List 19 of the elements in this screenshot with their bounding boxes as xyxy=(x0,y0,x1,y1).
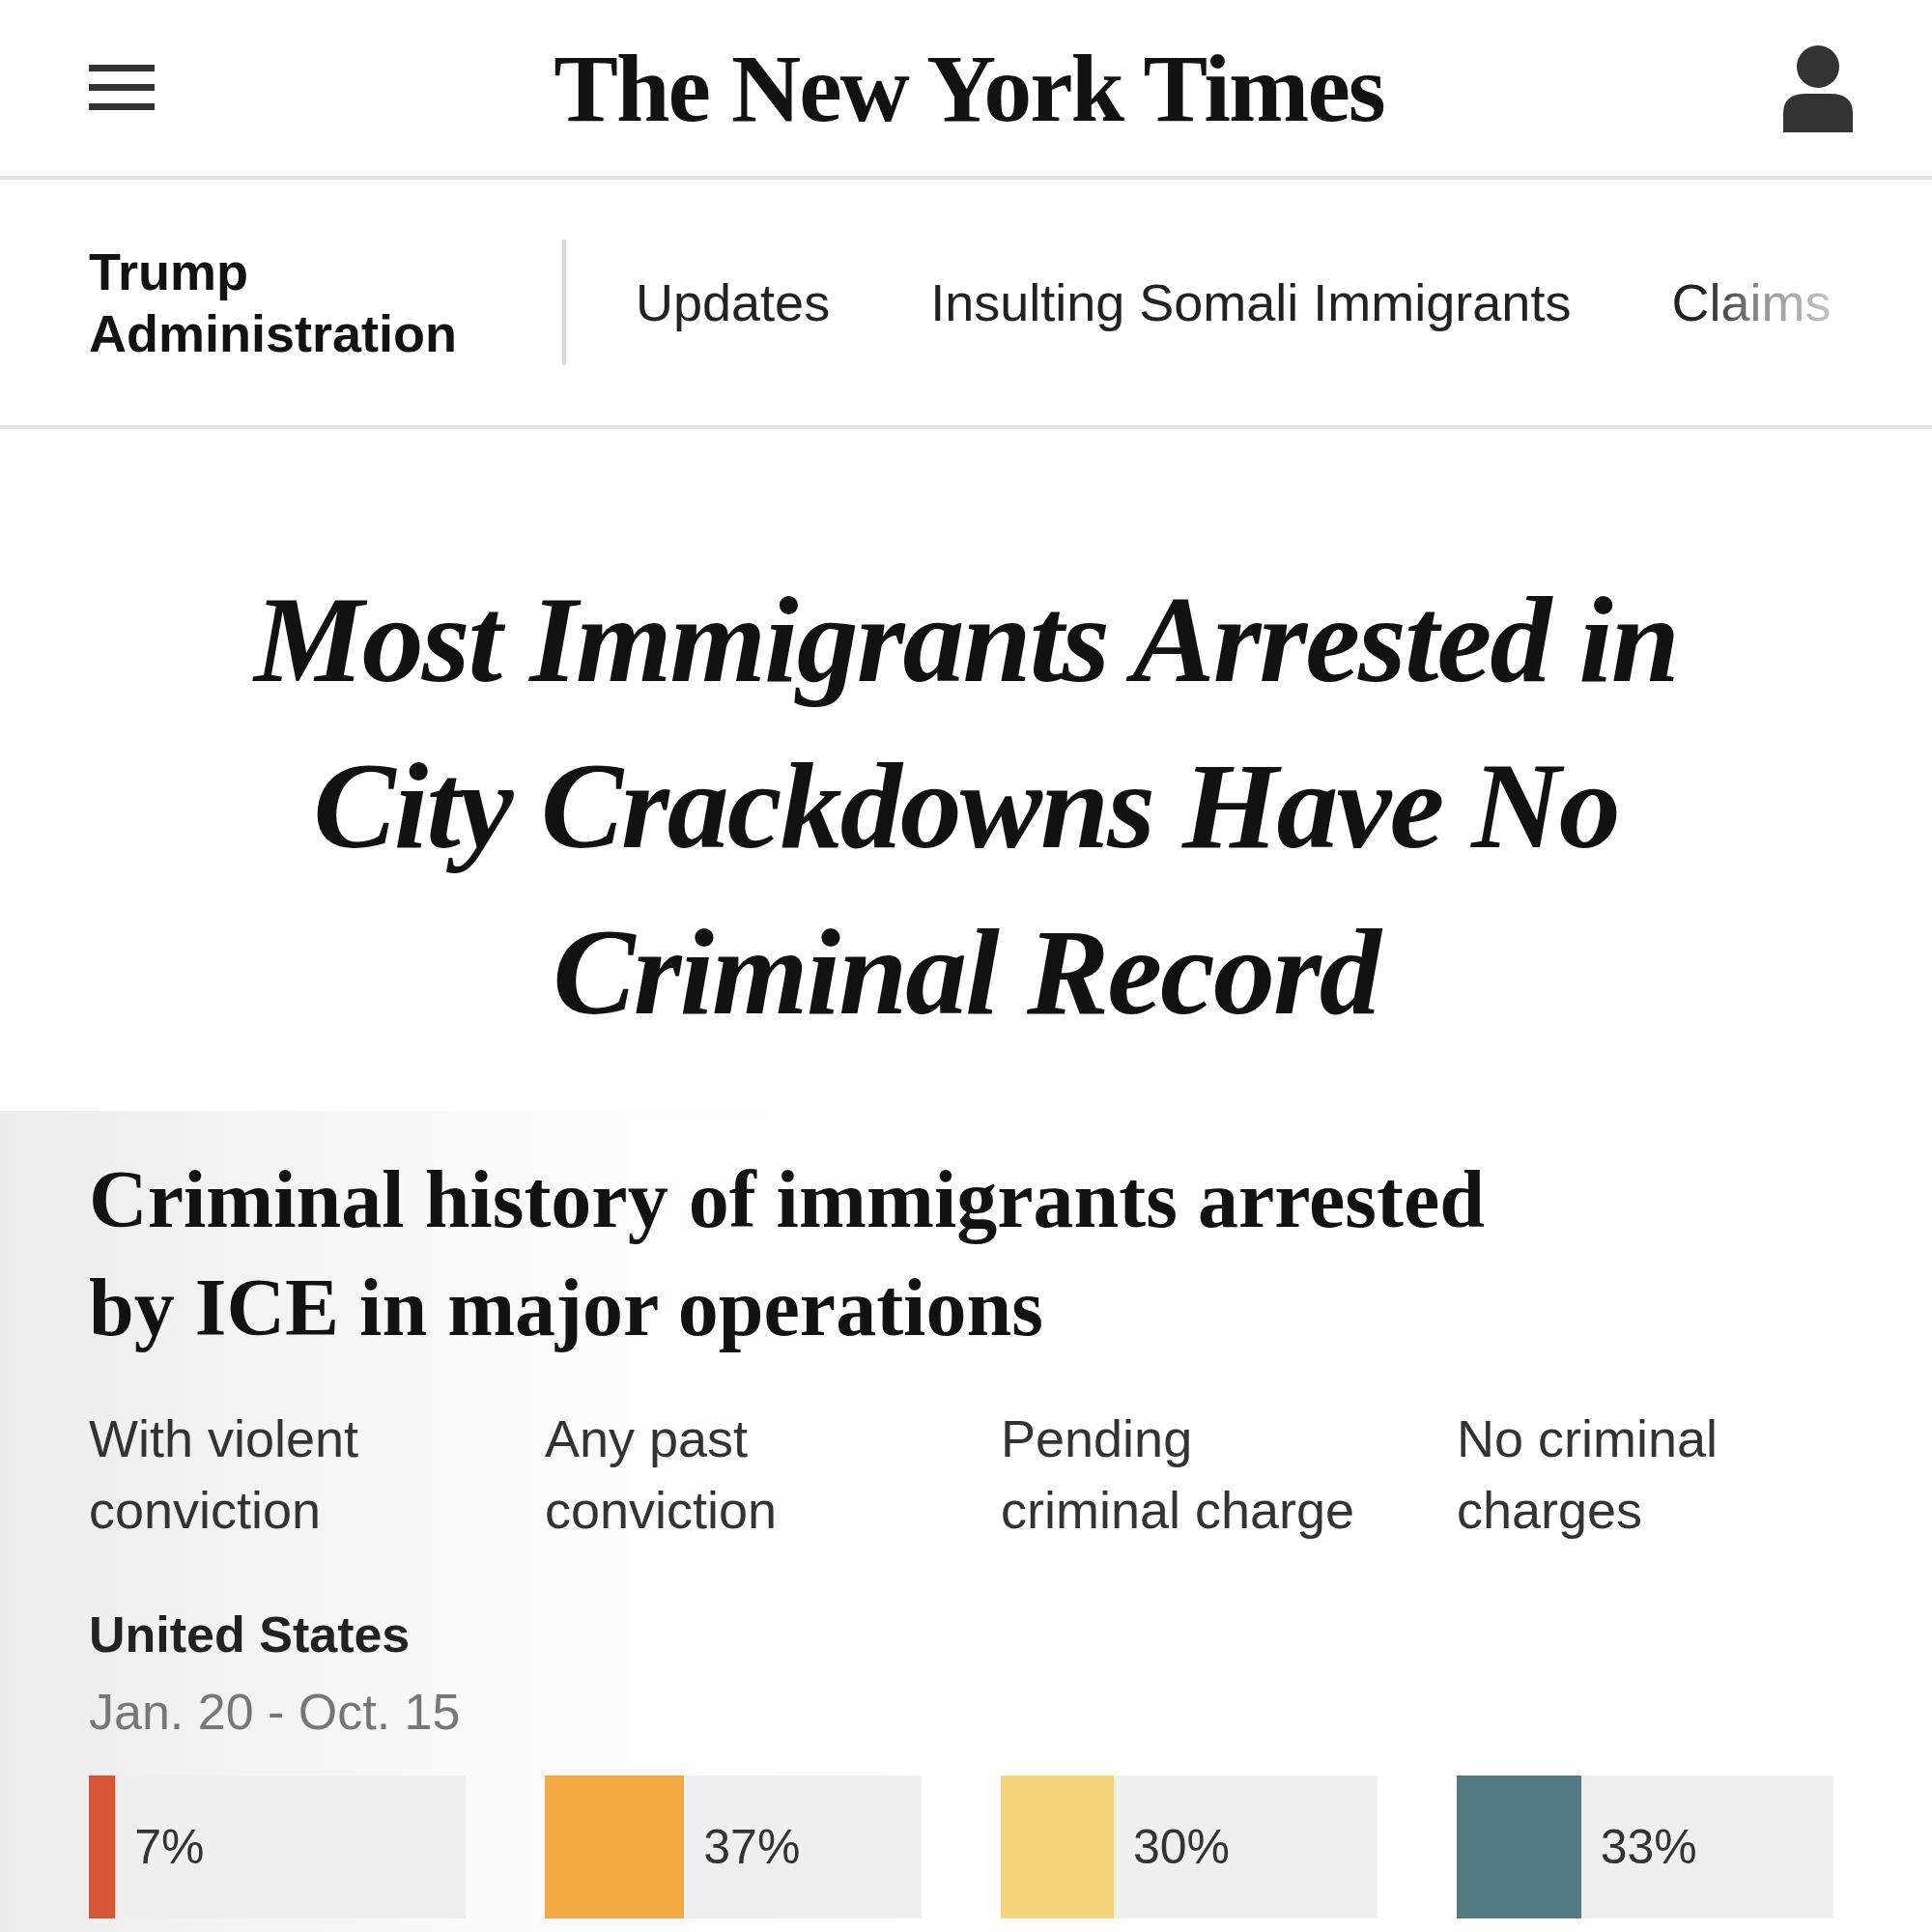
percent-label: 7% xyxy=(134,1819,205,1875)
percent-label: 30% xyxy=(1133,1819,1231,1875)
nav-link[interactable]: Updates xyxy=(636,272,831,332)
column-label: With violent conviction xyxy=(89,1408,360,1541)
graphic-title: Criminal history of immigrants arrested by ICE in major operations xyxy=(89,1153,1486,1354)
percent-label: 33% xyxy=(1600,1819,1697,1875)
date-range: Jan. 20 - Oct. 15 xyxy=(89,1683,462,1741)
region-label: United States xyxy=(89,1605,412,1663)
menu-icon[interactable] xyxy=(89,65,155,111)
column-label: Pending criminal charge xyxy=(1001,1408,1356,1541)
column-label: Any past conviction xyxy=(545,1408,779,1541)
column-label: No criminal charges xyxy=(1457,1408,1719,1541)
user-icon[interactable] xyxy=(1783,43,1853,132)
nav-link[interactable]: Insulting Somali Immigrants xyxy=(930,272,1572,332)
logo[interactable]: The New York Times xyxy=(554,32,1384,144)
section-title[interactable]: Trump Administration xyxy=(89,241,504,364)
percent-label: 37% xyxy=(703,1819,801,1875)
headline: Most Immigrants Arrested in City Crackdowns Have No Criminal Record xyxy=(251,570,1680,1042)
nav-link[interactable]: Claims xyxy=(1671,272,1832,332)
